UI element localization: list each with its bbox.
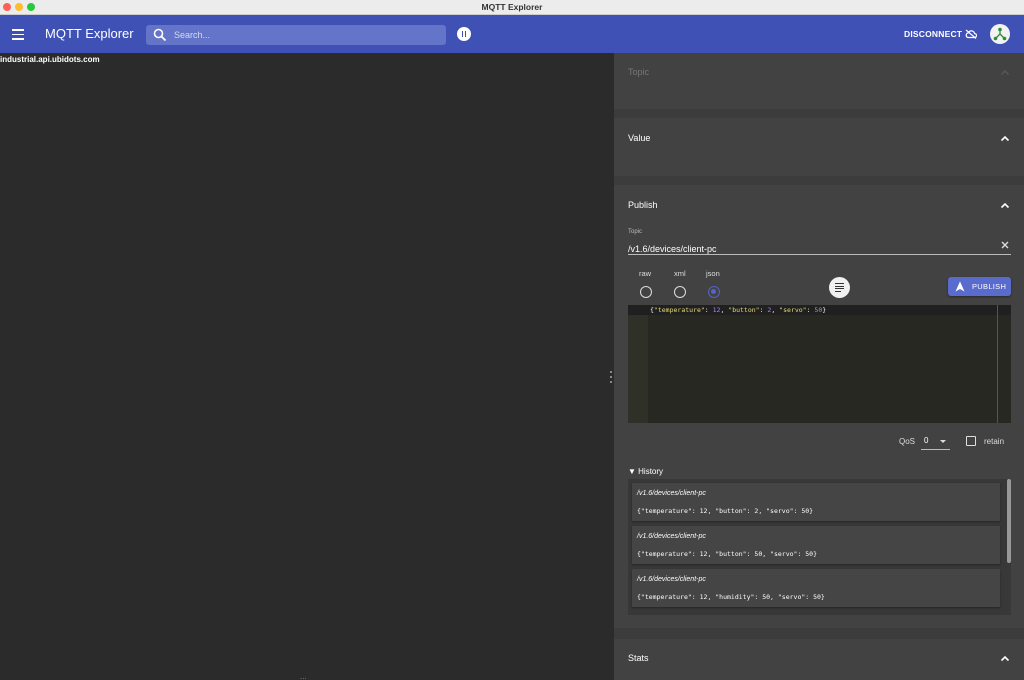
history-list: /v1.6/devices/client-pc {"temperature": … <box>628 479 1011 615</box>
history-payload: {"temperature": 12, "button": 50, "servo… <box>637 550 818 558</box>
search-input[interactable] <box>174 28 434 42</box>
search-icon <box>153 28 167 42</box>
format-align-icon[interactable] <box>829 277 850 298</box>
history-item[interactable]: /v1.6/devices/client-pc {"temperature": … <box>632 483 1000 521</box>
topic-panel: Topic <box>614 53 1024 109</box>
disconnect-button[interactable]: DISCONNECT <box>904 29 962 39</box>
chevron-up-icon[interactable] <box>1000 135 1010 142</box>
payload-editor[interactable]: {"temperature": 12, "button": 2, "servo"… <box>628 305 1011 423</box>
cloud-off-icon <box>965 29 977 39</box>
menu-icon[interactable] <box>9 25 27 43</box>
chevron-up-icon[interactable] <box>1000 69 1010 76</box>
clear-icon[interactable] <box>1001 241 1009 249</box>
publish-topic-input[interactable] <box>628 244 988 254</box>
splitter-handle-icon <box>610 371 612 383</box>
format-label-raw: raw <box>639 269 652 278</box>
tree-more-indicator: ... <box>300 672 307 680</box>
publish-topic-field[interactable] <box>628 239 1011 255</box>
avatar[interactable] <box>990 24 1010 44</box>
format-radio-raw[interactable] <box>640 286 652 298</box>
history-topic: /v1.6/devices/client-pc <box>637 576 706 583</box>
code-token: } <box>822 306 827 314</box>
stats-panel-title[interactable]: Stats <box>628 653 649 663</box>
publish-panel-title[interactable]: Publish <box>628 200 658 210</box>
dropdown-arrow-icon <box>940 440 946 443</box>
editor-print-margin <box>997 305 998 423</box>
code-token: "button" <box>728 306 760 314</box>
app-bar: MQTT Explorer DISCONNECT <box>0 15 1024 53</box>
retain-checkbox[interactable] <box>966 436 976 446</box>
format-label-xml: xml <box>674 269 686 278</box>
value-panel: Value <box>614 118 1024 176</box>
code-token: "servo" <box>779 306 807 314</box>
qos-label: QoS <box>899 437 916 446</box>
publish-topic-label: Topic <box>628 229 643 235</box>
code-token: : <box>704 306 713 314</box>
app-title: MQTT Explorer <box>45 26 134 41</box>
history-item[interactable]: /v1.6/devices/client-pc {"temperature": … <box>632 569 1000 607</box>
publish-panel: Publish Topic raw xml json PUBLISH <box>614 185 1024 628</box>
format-radio-xml[interactable] <box>674 286 686 298</box>
editor-code: {"temperature": 12, "button": 2, "servo"… <box>650 306 826 314</box>
editor-gutter <box>628 305 648 423</box>
window-titlebar: MQTT Explorer <box>0 0 1024 15</box>
topic-panel-title[interactable]: Topic <box>628 67 649 77</box>
history-payload: {"temperature": 12, "humidity": 50, "ser… <box>637 593 825 601</box>
history-topic: /v1.6/devices/client-pc <box>637 533 706 540</box>
history-item[interactable]: /v1.6/devices/client-pc {"temperature": … <box>632 526 1000 564</box>
pause-icon[interactable] <box>457 27 471 41</box>
search-box[interactable] <box>146 25 446 45</box>
publish-button-label: PUBLISH <box>972 282 1007 291</box>
history-topic: /v1.6/devices/client-pc <box>637 490 706 497</box>
navigation-icon <box>955 281 965 292</box>
chevron-up-icon[interactable] <box>1000 202 1010 209</box>
topic-tree: industrial.api.ubidots.com ... <box>0 53 608 680</box>
history-payload: {"temperature": 12, "button": 2, "servo"… <box>637 507 814 515</box>
value-panel-title[interactable]: Value <box>628 133 650 143</box>
connection-logo-icon <box>993 27 1007 41</box>
retain-label: retain <box>984 437 1005 446</box>
history-toggle[interactable]: ▼ History <box>628 467 663 476</box>
sidebar-panels: Topic Value Publish Topic raw xml json <box>614 53 1024 680</box>
code-token: , <box>771 306 780 314</box>
format-label-json: json <box>706 269 720 278</box>
qos-select[interactable]: 0 <box>921 433 950 450</box>
tree-node-root[interactable]: industrial.api.ubidots.com <box>0 55 100 64</box>
window-title: MQTT Explorer <box>481 2 543 12</box>
format-radio-json[interactable] <box>708 286 720 298</box>
history-scrollbar[interactable] <box>1007 479 1011 563</box>
chevron-up-icon[interactable] <box>1000 655 1010 662</box>
code-token: "temperature" <box>653 306 705 314</box>
publish-button[interactable]: PUBLISH <box>948 277 1011 296</box>
stats-panel: Stats <box>614 639 1024 680</box>
qos-value: 0 <box>924 436 929 445</box>
